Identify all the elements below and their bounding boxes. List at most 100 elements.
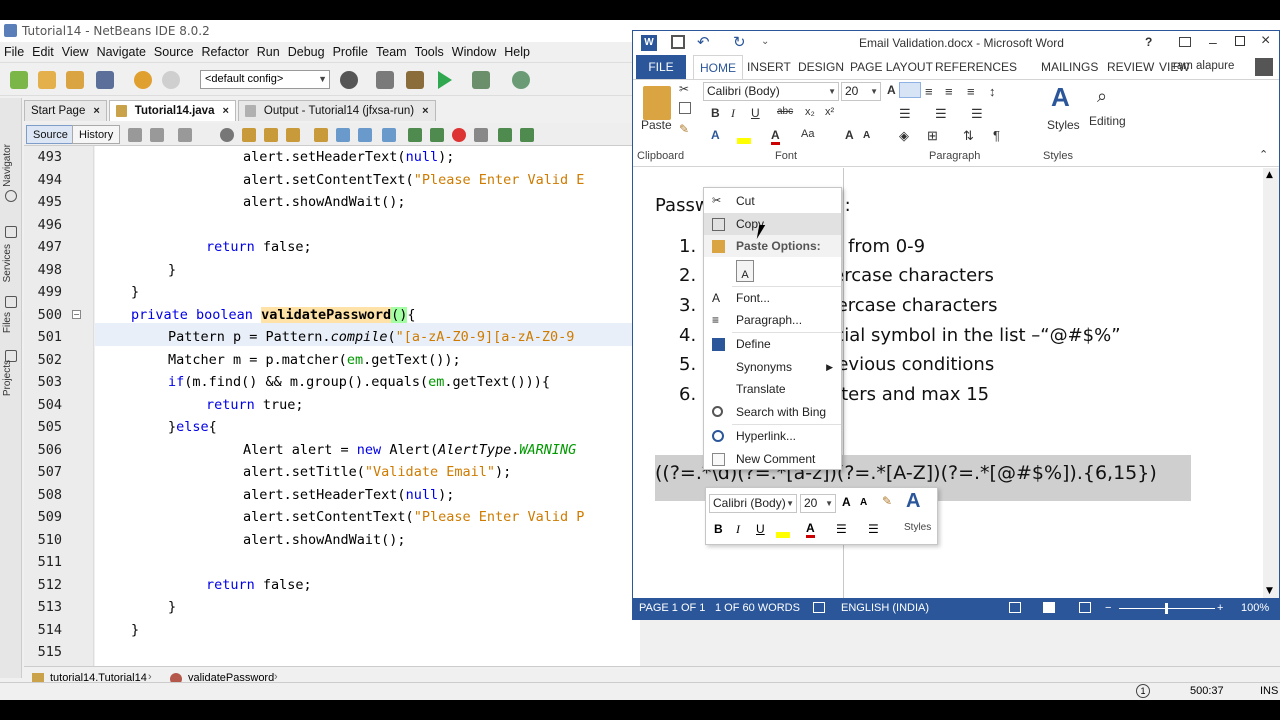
menu-profile[interactable]: Profile [329, 42, 372, 62]
find-icon[interactable] [220, 128, 234, 142]
read-mode-icon[interactable] [1009, 602, 1021, 613]
show-marks-button[interactable]: ¶ [993, 128, 1000, 143]
fold-toggle-icon[interactable]: − [72, 310, 81, 319]
format-painter-icon[interactable]: ✎ [679, 122, 689, 136]
menu-item-define[interactable]: Define [704, 333, 841, 355]
align-center-icon[interactable]: ≡ [925, 84, 933, 99]
navigator-icon[interactable] [5, 190, 17, 202]
new-file-icon[interactable] [10, 71, 28, 89]
mini-size-select[interactable]: 20 ▼ [800, 494, 836, 513]
repeat-icon[interactable]: ↻ [733, 33, 746, 51]
side-tab-navigator[interactable]: Navigator [2, 144, 13, 187]
tab-home[interactable]: HOME [693, 55, 743, 79]
menu-team[interactable]: Team [372, 42, 411, 62]
styles-button[interactable]: Styles [1047, 118, 1080, 132]
prev-bookmark-icon[interactable] [336, 128, 350, 142]
tab-design[interactable]: DESIGN [798, 55, 844, 79]
find-previous-icon[interactable] [242, 128, 256, 142]
zoom-level[interactable]: 100% [1241, 602, 1269, 614]
tab-output[interactable]: Output - Tutorial14 (jfxsa-run) × [237, 100, 436, 121]
last-edit-icon[interactable] [178, 128, 192, 142]
close-icon[interactable]: × [93, 101, 99, 121]
page-count[interactable]: PAGE 1 OF 1 [639, 602, 705, 614]
tab-insert[interactable]: INSERT [747, 55, 791, 79]
paste-icon[interactable] [643, 86, 671, 120]
menu-item-hyperlink[interactable]: Hyperlink... [704, 425, 841, 447]
strikethrough-button[interactable]: abc [777, 106, 793, 117]
mini-grow-font-button[interactable]: A [842, 495, 851, 509]
notifications-icon[interactable]: 1 [1136, 684, 1150, 698]
shift-right-icon[interactable] [430, 128, 444, 142]
multilevel-list-icon[interactable]: ☰ [971, 106, 983, 122]
zoom-out-icon[interactable]: − [1105, 602, 1111, 614]
print-layout-icon[interactable] [1043, 602, 1055, 613]
menu-item-copy[interactable]: Copy [704, 213, 841, 235]
build-icon[interactable] [376, 71, 394, 89]
code-editor[interactable]: alert.setHeaderText(null); alert.setCont… [95, 146, 640, 666]
undo-icon[interactable] [134, 71, 152, 89]
open-project-icon[interactable] [66, 71, 84, 89]
mini-font-color-button[interactable]: A [806, 522, 815, 538]
font-name-select[interactable]: Calibri (Body) ▼ [703, 82, 839, 101]
menu-file[interactable]: File [0, 42, 28, 62]
menu-item-synonyms[interactable]: Synonyms ▶ [704, 356, 841, 378]
menu-item-paragraph[interactable]: ≡ Paragraph... [704, 309, 841, 331]
mini-italic-button[interactable]: I [736, 522, 740, 537]
menu-item-search-with-bing[interactable]: Search with Bing [704, 401, 841, 423]
change-case-button[interactable]: Aa [801, 128, 814, 140]
menu-help[interactable]: Help [500, 42, 534, 62]
mini-underline-button[interactable]: U [756, 522, 765, 536]
debug-icon[interactable] [472, 71, 490, 89]
bullets-icon[interactable]: ☰ [899, 106, 911, 122]
superscript-button[interactable]: x² [825, 106, 834, 118]
customize-qat-icon[interactable]: ⌄ [761, 36, 769, 47]
align-right-icon[interactable]: ≡ [945, 84, 953, 99]
vertical-scrollbar[interactable]: ▲ ▼ [1263, 168, 1279, 598]
menu-item-new-comment[interactable]: New Comment [704, 448, 841, 470]
save-icon[interactable] [671, 35, 685, 49]
mini-numbering-icon[interactable]: ☰ [868, 522, 879, 536]
run-icon[interactable] [438, 71, 452, 89]
new-project-icon[interactable] [38, 71, 56, 89]
underline-button[interactable]: U [751, 106, 760, 120]
minimize-icon[interactable]: – [1209, 34, 1217, 50]
shift-left-icon[interactable] [408, 128, 422, 142]
avatar[interactable] [1255, 58, 1273, 76]
close-icon[interactable]: × [1261, 32, 1270, 50]
mini-font-select[interactable]: Calibri (Body) ▼ [709, 494, 797, 513]
stop-macro-icon[interactable] [474, 128, 488, 142]
ribbon-display-icon[interactable] [1179, 37, 1191, 47]
italic-button[interactable]: I [731, 106, 735, 121]
language[interactable]: ENGLISH (INDIA) [841, 602, 929, 614]
menu-refactor[interactable]: Refactor [198, 42, 253, 62]
close-icon[interactable]: × [222, 101, 228, 121]
grow-font-button[interactable]: A [887, 83, 896, 97]
mini-shrink-font-button[interactable]: A [860, 497, 867, 508]
menu-edit[interactable]: Edit [28, 42, 58, 62]
find-next-icon[interactable] [264, 128, 278, 142]
tab-page-layout[interactable]: PAGE LAYOUT [850, 55, 933, 79]
copy-icon[interactable] [679, 102, 691, 114]
find-selection-icon[interactable] [286, 128, 300, 142]
menu-run[interactable]: Run [253, 42, 284, 62]
scroll-up-icon[interactable]: ▲ [1266, 170, 1273, 180]
shading-icon[interactable]: ◈ [899, 128, 909, 144]
close-icon[interactable]: × [422, 101, 428, 121]
editing-button[interactable]: Editing [1089, 114, 1126, 128]
menu-view[interactable]: View [58, 42, 93, 62]
toggle-bookmark-icon[interactable] [382, 128, 396, 142]
services-icon[interactable] [5, 226, 17, 238]
zoom-in-icon[interactable]: + [1217, 602, 1223, 614]
menu-item-cut[interactable]: ✂ Cut [704, 190, 841, 212]
grow-font-button-2[interactable]: A [845, 128, 854, 142]
menu-navigate[interactable]: Navigate [93, 42, 150, 62]
menu-source[interactable]: Source [150, 42, 198, 62]
styles-icon[interactable]: A [1051, 82, 1070, 113]
menu-debug[interactable]: Debug [284, 42, 329, 62]
side-tab-files[interactable]: Files [2, 312, 13, 333]
align-left-icon[interactable] [899, 82, 921, 98]
shrink-font-button-2[interactable]: A [863, 130, 870, 141]
mini-bold-button[interactable]: B [714, 522, 723, 536]
side-tab-services[interactable]: Services [2, 244, 13, 282]
uncomment-icon[interactable] [520, 128, 534, 142]
